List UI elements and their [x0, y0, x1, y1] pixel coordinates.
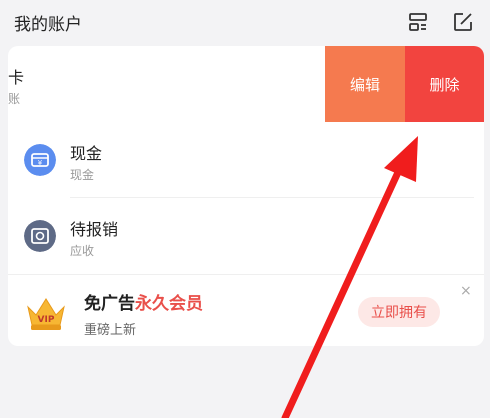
- annotation-arrow-icon: [281, 136, 418, 418]
